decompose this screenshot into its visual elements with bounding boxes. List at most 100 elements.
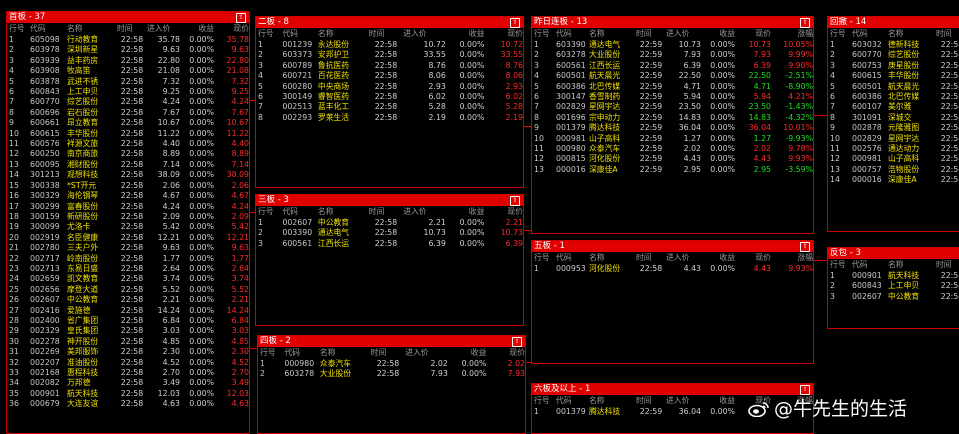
expand-icon[interactable]: ⇧ [800,242,810,252]
table-row[interactable]: 16 300329 海伦钢琴 22:58 4.67 0.00% 4.67 [7,191,249,201]
cell-now: 1.77 [231,253,249,263]
table-row[interactable]: 1 603032 德新科技 22:58 [828,40,959,50]
expand-icon[interactable]: ⇧ [236,13,246,23]
cell-time: 22:58 [120,284,144,294]
table-row[interactable]: 7 600770 综艺股份 22:58 4.24 0.00% 4.24 [7,97,249,107]
table-row[interactable]: 1 605098 行动教育 22:58 35.78 0.00% 35.78 [7,35,249,45]
cell-code: 603878 [30,76,60,86]
table-row[interactable]: 2 603978 深圳新星 22:58 9.63 0.00% 9.63 [7,45,249,55]
cell-code: 603978 [30,45,60,55]
table-row[interactable]: 1 001239 永达股份 22:58 10.72 0.00% 10.72 [256,40,523,50]
cell-time: 22:58 [940,40,959,49]
table-row[interactable]: 2 003390 通达电气 22:58 10.73 0.00% 10.73 [256,228,523,238]
table-row[interactable]: 33 002168 惠程科技 22:58 2.70 0.00% 2.70 [7,368,249,378]
table-row[interactable]: 31 002269 美邦服饰 22:58 2.30 0.00% 2.30 [7,347,249,357]
cell-price-in: 7.32 [162,76,180,86]
table-row[interactable]: 6 300149 睿智医药 22:58 6.02 0.00% 6.02 [256,92,523,102]
table-row[interactable]: 32 002207 准油股份 22:58 4.52 0.00% 4.52 [7,358,249,368]
table-row[interactable]: 29 002329 皇氏集团 22:58 3.03 0.00% 3.03 [7,326,249,336]
cell-code: 001239 [282,40,313,49]
table-row[interactable]: 13 600095 湘财股份 22:58 7.14 0.00% 7.14 [7,160,249,170]
table-row[interactable]: 12 000981 山子高科 22:58 [828,154,959,164]
cell-price-in: 4.40 [162,139,180,149]
table-row[interactable]: 6 600386 北巴传媒 22:58 [828,92,959,102]
table-row[interactable]: 23 002713 东易日盛 22:58 2.64 0.00% 2.64 [7,264,249,274]
table-row[interactable]: 5 600280 中央商场 22:58 2.93 0.00% 2.93 [256,82,523,92]
table-row[interactable]: 3 600561 江西长运 22:58 6.39 0.00% 6.39 [256,239,523,249]
table-row[interactable]: 11 002576 通达动力 22:58 [828,144,959,154]
table-row[interactable]: 6 300147 香雪制药 22:59 5.94 0.00% 5.94 4.21% [532,92,813,102]
table-row[interactable]: 8 002293 罗莱生活 22:58 2.19 0.00% 2.19 [256,113,523,123]
col-price-in: 进入价 [666,396,690,405]
table-row[interactable]: 3 600561 江西长运 22:59 6.39 0.00% 6.39 9.90% [532,61,813,71]
table-row[interactable]: 5 603878 武进不锈 22:58 7.32 0.00% 7.32 [7,77,249,87]
expand-icon[interactable]: ⇧ [512,337,522,347]
table-row[interactable]: 15 300338 *ST开元 22:58 2.06 0.00% 2.06 [7,181,249,191]
table-row[interactable]: 20 002919 名臣健康 22:58 12.21 0.00% 12.21 [7,233,249,243]
table-row[interactable]: 13 000757 浩物股份 22:58 [828,165,959,175]
table-row[interactable]: 4 603908 牧高笛 22:58 21.08 0.00% 21.08 [7,66,249,76]
cell-price-in: 2.95 [683,164,701,174]
table-row[interactable]: 10 002829 星网宇达 22:58 [828,134,959,144]
table-row[interactable]: 9 600661 昂立教育 22:58 10.67 0.00% 10.67 [7,118,249,128]
expand-icon[interactable]: ⇧ [510,18,520,28]
table-row[interactable]: 1 000901 航天科技 22:58 [828,271,959,281]
table-row[interactable]: 9 002878 元隆雅图 22:58 [828,123,959,133]
table-row[interactable]: 14 000016 深康佳A 22:58 [828,175,959,185]
table-row[interactable]: 17 300299 富春股份 22:58 4.24 0.00% 4.24 [7,202,249,212]
table-row[interactable]: 2 600843 上工申贝 22:58 [828,281,959,291]
table-row[interactable]: 19 300099 尤洛卡 22:58 5.42 0.00% 5.42 [7,222,249,232]
table-row[interactable]: 3 600753 庚星股份 22:58 [828,61,959,71]
table-row[interactable]: 27 002416 爱施德 22:58 14.24 0.00% 14.24 [7,306,249,316]
table-row[interactable]: 10 000981 山子高科 22:59 1.27 0.00% 1.27 -9.93% [532,134,813,144]
table-row[interactable]: 3 002607 中公教育 22:58 [828,292,959,302]
table-row[interactable]: 6 600843 上工申贝 22:58 9.25 0.00% 9.25 [7,87,249,97]
table-row[interactable]: 2 600770 综艺股份 22:58 [828,50,959,60]
table-row[interactable]: 2 603278 大业股份 22:59 7.93 0.00% 7.93 9.99% [532,50,813,60]
table-row[interactable]: 8 001696 宗申动力 22:59 14.83 0.00% 14.83 -4.32% [532,113,813,123]
table-row[interactable]: 30 002278 神开股份 22:58 4.85 0.00% 4.85 [7,337,249,347]
table-row[interactable]: 5 600386 北巴传媒 22:59 4.71 0.00% 4.71 -8.90% [532,82,813,92]
table-row[interactable]: 9 001379 腾达科技 22:59 36.04 0.00% 36.04 10.01% [532,123,813,133]
table-row[interactable]: 3 600789 鲁抗医药 22:58 8.76 0.00% 8.76 [256,61,523,71]
table-row[interactable]: 28 002400 省广集团 22:58 6.84 0.00% 6.84 [7,316,249,326]
table-row[interactable]: 4 600721 百花医药 22:58 8.06 0.00% 8.06 [256,71,523,81]
table-row[interactable]: 34 002082 万邦德 22:58 3.49 0.00% 3.49 [7,378,249,388]
table-row[interactable]: 21 002780 三夫户外 22:58 9.63 0.00% 9.63 [7,243,249,253]
table-row[interactable]: 5 600501 航天晨光 22:58 [828,82,959,92]
table-row[interactable]: 10 600615 丰华股份 22:58 11.22 0.00% 11.22 [7,129,249,139]
expand-icon[interactable]: ⇧ [510,196,520,206]
table-row[interactable]: 12 000815 河化股份 22:59 4.43 0.00% 4.43 9.93% [532,154,813,164]
table-row[interactable]: 11 600576 祥源文旅 22:58 4.40 0.00% 4.40 [7,139,249,149]
table-row[interactable]: 25 002656 摩登大道 22:58 5.52 0.00% 5.52 [7,285,249,295]
table-row[interactable]: 3 603939 益丰药房 22:58 22.80 0.00% 22.80 [7,56,249,66]
table-row[interactable]: 36 000679 大连友谊 22:58 4.63 0.00% 4.63 [7,399,249,409]
table-row[interactable]: 11 000980 众泰汽车 22:59 2.02 0.00% 2.02 9.78% [532,144,813,154]
expand-icon[interactable]: ⇧ [800,18,810,28]
table-row[interactable]: 7 600107 美尔雅 22:58 [828,102,959,112]
table-row[interactable]: 24 002659 凯文教育 22:58 3.74 0.00% 3.74 [7,274,249,284]
table-row[interactable]: 8 600696 岩石股份 22:58 7.67 0.00% 7.67 [7,108,249,118]
table-row[interactable]: 12 600250 南京商旅 22:58 8.89 0.00% 8.89 [7,149,249,159]
table-row[interactable]: 35 000901 航天科技 22:58 12.03 0.00% 12.03 [7,389,249,399]
table-row[interactable]: 1 000953 河化股份 22:58 4.43 0.00% 4.43 9.93% [532,264,813,274]
cell-gain: 0.00% [189,35,214,44]
cell-code: 002717 [30,253,60,263]
table-row[interactable]: 14 301213 观想科技 22:58 38.09 0.00% 38.09 [7,170,249,180]
table-row[interactable]: 1 000980 众泰汽车 22:58 2.02 0.00% 2.02 [258,359,525,369]
table-row[interactable]: 4 600501 航天晨光 22:59 22.50 0.00% 22.50 -2.51% [532,71,813,81]
table-row[interactable]: 7 002513 蓝丰化工 22:58 5.28 0.00% 5.28 [256,102,523,112]
table-row[interactable]: 2 603278 大业股份 22:58 7.93 0.00% 7.93 [258,369,525,379]
table-row[interactable]: 8 301091 深城交 22:58 [828,113,959,123]
table-row[interactable]: 1 603390 通达电气 22:59 10.73 0.00% 10.73 10.05% [532,40,813,50]
table-row[interactable]: 4 600615 丰华股份 22:58 [828,71,959,81]
stock-table: 行号 代码 名称 时间 进入价 收益 现价 1 000980 众泰汽车 22:58 2.… [258,347,525,380]
table-row[interactable]: 2 603373 安邦护卫 22:58 33.55 0.00% 33.55 [256,50,523,60]
table-row[interactable]: 26 002607 中公教育 22:58 2.21 0.00% 2.21 [7,295,249,305]
table-row[interactable]: 7 002829 星网宇达 22:59 23.50 0.00% 23.50 -1.43% [532,102,813,112]
table-row[interactable]: 22 002717 岭南股份 22:58 1.77 0.00% 1.77 [7,254,249,264]
table-row[interactable]: 13 000016 深康佳A 22:59 2.95 0.00% 2.95 -3.59% [532,165,813,175]
table-row[interactable]: 18 300159 新研股份 22:58 2.09 0.00% 2.09 [7,212,249,222]
cell-name: 航天晨光 [589,71,621,81]
table-row[interactable]: 1 002607 中公教育 22:58 2.21 0.00% 2.21 [256,218,523,228]
